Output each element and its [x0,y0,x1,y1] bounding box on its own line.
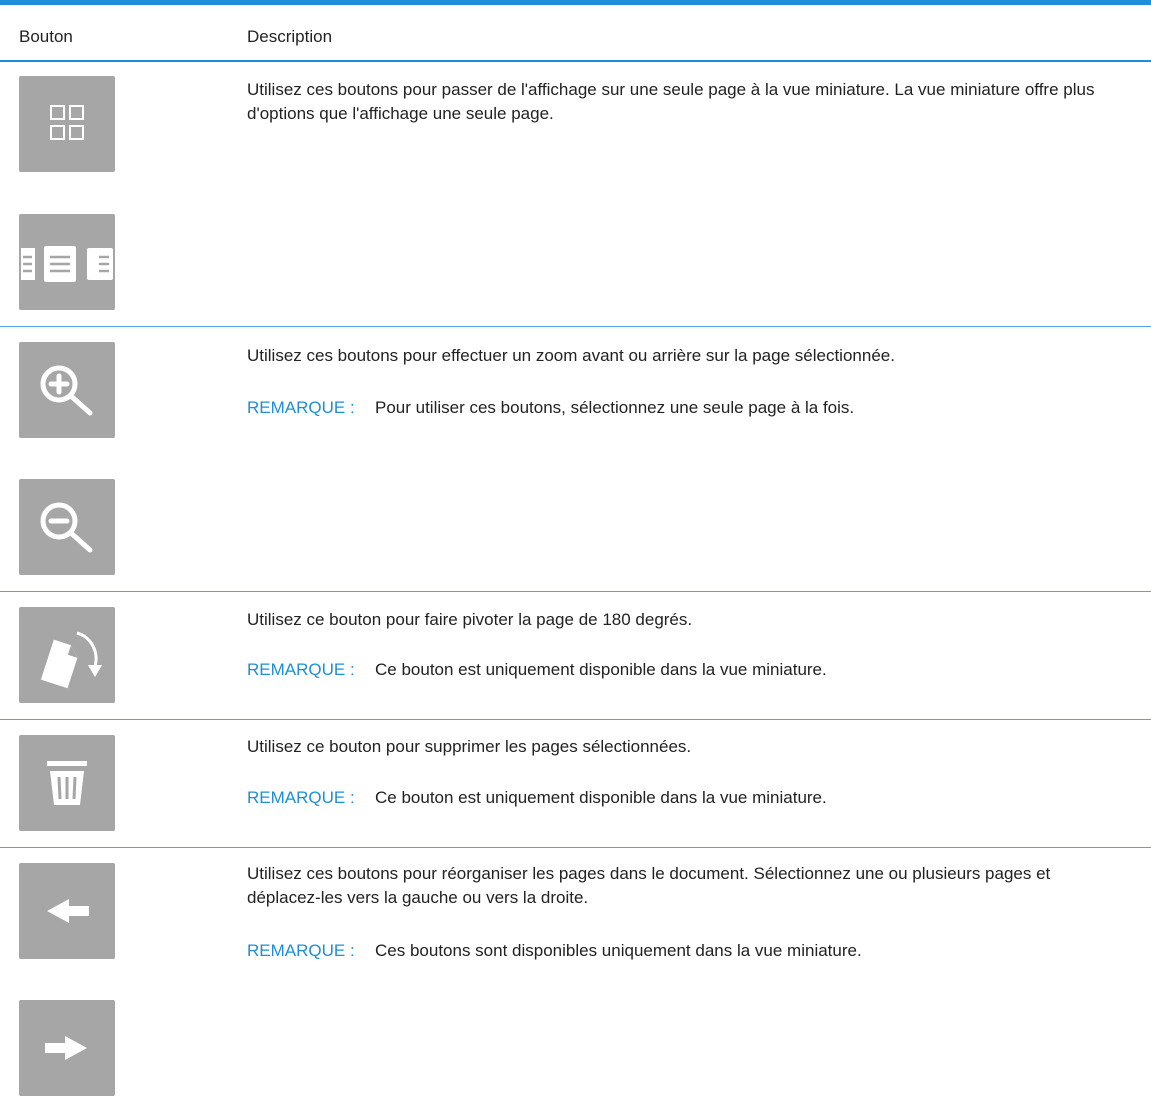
row-description: Utilisez ces boutons pour réorganiser le… [247,864,1051,907]
header-divider [0,60,1151,62]
row-description: Utilisez ce bouton pour faire pivoter la… [247,610,693,629]
arrow-right-icon [45,1036,87,1060]
note-text: Ce bouton est uniquement disponible dans… [375,788,827,807]
row-divider [0,719,1151,720]
note-label: REMARQUE : [247,660,355,679]
note-text: Pour utiliser ces boutons, sélectionnez … [375,398,855,417]
row-note: REMARQUE : Ces boutons sont disponibles u… [247,939,1127,963]
thumbnail-view-button[interactable] [19,76,115,172]
thumbnail-view-icon [50,105,84,140]
header-description: Description [247,27,333,46]
note-text: Ce bouton est uniquement disponible dans… [375,660,827,679]
move-right-button[interactable] [19,1000,115,1096]
row-divider [0,591,1151,592]
row-divider [0,847,1151,848]
row-note: REMARQUE : Ce bouton est uniquement dispo… [247,658,1127,682]
delete-pages-button[interactable] [19,735,115,831]
row-note: REMARQUE : Ce bouton est uniquement dispo… [247,786,1127,810]
table-header: Bouton Description [0,5,1151,61]
zoom-out-button[interactable] [19,479,115,575]
note-label: REMARQUE : [247,941,355,960]
zoom-out-icon [40,502,93,553]
move-left-button[interactable] [19,863,115,959]
single-page-view-button[interactable] [19,214,115,310]
row-divider [0,326,1151,327]
header-button: Bouton [19,27,73,46]
single-page-view-icon [21,246,113,282]
rotate-page-icon [40,631,102,689]
arrow-left-icon [47,899,89,923]
row-description: Utilisez ces boutons pour passer de l'af… [247,80,1095,123]
zoom-in-icon [40,365,93,416]
row-description: Utilisez ces boutons pour effectuer un z… [247,346,895,365]
row-note: REMARQUE : Pour utiliser ces boutons, sél… [247,396,1127,420]
note-label: REMARQUE : [247,788,355,807]
note-label: REMARQUE : [247,398,355,417]
trash-icon [47,761,87,805]
note-text: Ces boutons sont disponibles uniquement … [375,941,862,960]
row-description: Utilisez ce bouton pour supprimer les pa… [247,737,692,756]
rotate-page-button[interactable] [19,607,115,703]
zoom-in-button[interactable] [19,342,115,438]
